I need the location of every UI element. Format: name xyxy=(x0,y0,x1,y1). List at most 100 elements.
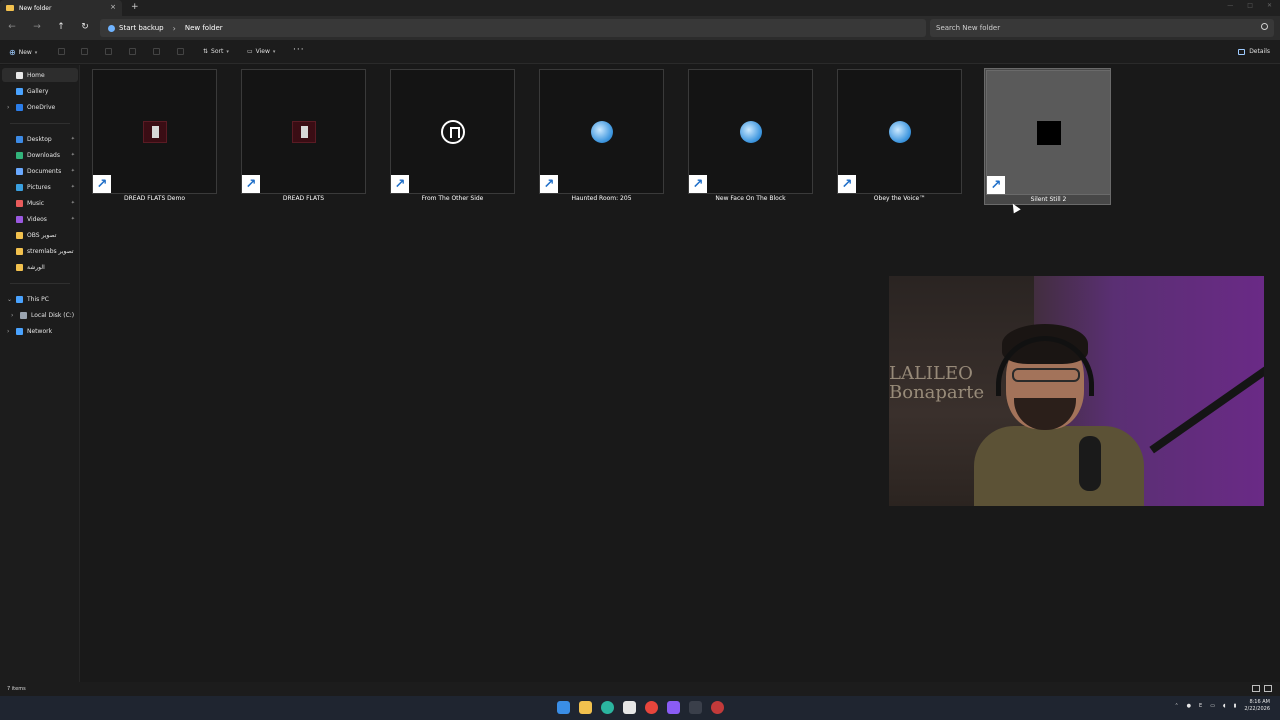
cut-icon[interactable] xyxy=(58,48,65,55)
pin-icon: ✦ xyxy=(70,200,75,206)
sidebar-item-home[interactable]: Home xyxy=(2,68,78,82)
sidebar-item-network[interactable]: › Network xyxy=(2,324,78,338)
sidebar-item-label: Videos xyxy=(27,215,47,223)
onedrive-icon xyxy=(16,103,23,111)
file-thumbnail: ↗ xyxy=(241,69,366,194)
file-name: New Face On The Block xyxy=(715,195,786,202)
chevron-down-icon: ▾ xyxy=(34,49,38,56)
webcam-overlay: LALILEO Bonaparte xyxy=(889,276,1264,506)
up-icon[interactable]: ↑ xyxy=(55,22,67,32)
clock[interactable]: 8:16 AM 2/22/2026 xyxy=(1244,699,1270,713)
view-toggles xyxy=(1252,685,1272,692)
window-controls: — □ ✕ xyxy=(1227,2,1272,9)
pc-icon xyxy=(16,295,23,303)
refresh-icon[interactable]: ↻ xyxy=(79,22,91,32)
view-button[interactable]: ▭ View ▾ xyxy=(247,48,275,55)
sort-label: Sort xyxy=(211,48,224,55)
file-tile[interactable]: ↗ Haunted Room: 205 xyxy=(538,68,665,205)
sidebar-item-local-disk[interactable]: › Local Disk (C:) xyxy=(2,308,78,322)
cloud-icon xyxy=(108,24,115,32)
file-thumbnail: ↗ xyxy=(986,70,1111,195)
new-tab-button[interactable]: + xyxy=(131,2,139,12)
file-name: DREAD FLATS xyxy=(282,195,325,202)
tiles-view-icon[interactable] xyxy=(1264,685,1272,692)
file-tile[interactable]: ↗ From The Other Side xyxy=(389,68,516,205)
chrome-icon[interactable] xyxy=(645,701,658,714)
chevron-right-icon[interactable]: › xyxy=(7,104,9,111)
from-other-side-icon xyxy=(440,119,465,144)
file-tile[interactable]: ↗ DREAD FLATS Demo xyxy=(91,68,218,205)
rename-icon[interactable] xyxy=(129,48,136,55)
folder-icon xyxy=(16,263,23,271)
address-bar[interactable]: Start backup › New folder xyxy=(100,19,926,37)
copy-icon[interactable] xyxy=(81,48,88,55)
chevron-up-icon[interactable]: ⌃ xyxy=(1174,703,1178,709)
start-icon[interactable] xyxy=(557,701,570,714)
sidebar-item-label: Downloads xyxy=(27,151,60,159)
more-options-button[interactable]: ··· xyxy=(293,45,305,55)
edge-icon[interactable] xyxy=(601,701,614,714)
battery-icon[interactable]: ▮ xyxy=(1234,703,1237,709)
sidebar-item-music[interactable]: Music ✦ xyxy=(2,196,78,210)
sidebar-item-downloads[interactable]: Downloads ✦ xyxy=(2,148,78,162)
new-button[interactable]: ⊕ New ▾ xyxy=(9,48,37,57)
file-thumbnail: ↗ xyxy=(539,69,664,194)
shortcut-arrow-icon: ↗ xyxy=(391,175,409,193)
store-icon[interactable] xyxy=(623,701,636,714)
file-tile-selected[interactable]: ↗ Silent Still 2 xyxy=(984,68,1111,205)
file-tile[interactable]: ↗ DREAD FLATS xyxy=(240,68,367,205)
painting-caption-line: LALILEO xyxy=(889,363,973,384)
file-name: Obey the Voice™ xyxy=(873,195,926,202)
breadcrumb-new-folder[interactable]: New folder xyxy=(185,24,223,32)
clock-time: 8:16 AM xyxy=(1249,699,1270,705)
view-label: View xyxy=(255,48,270,55)
sidebar-item-pictures[interactable]: Pictures ✦ xyxy=(2,180,78,194)
details-label: Details xyxy=(1249,48,1270,55)
sidebar-item-label: OneDrive xyxy=(27,103,56,111)
sidebar-item-label: OBS تصوير xyxy=(27,231,57,239)
sidebar-item-gallery[interactable]: Gallery xyxy=(2,84,78,98)
details-view-icon[interactable] xyxy=(1252,685,1260,692)
maximize-icon[interactable]: □ xyxy=(1247,2,1253,9)
painting-caption-line: Bonaparte xyxy=(889,382,985,403)
volume-icon[interactable]: ◖ xyxy=(1223,703,1226,709)
close-tab-button[interactable]: × xyxy=(110,3,116,11)
minimize-icon[interactable]: — xyxy=(1227,2,1233,9)
file-tile[interactable]: ↗ Obey the Voice™ xyxy=(836,68,963,205)
discord-icon[interactable] xyxy=(667,701,680,714)
microphone-tray-icon[interactable]: ● xyxy=(1187,703,1191,709)
obs-icon[interactable] xyxy=(711,701,724,714)
network-icon[interactable]: ▭ xyxy=(1210,703,1215,709)
downloads-icon xyxy=(16,151,23,159)
breadcrumb-start-backup[interactable]: Start backup xyxy=(119,24,164,32)
documents-icon xyxy=(16,167,23,175)
language-indicator[interactable]: E xyxy=(1199,703,1202,709)
sidebar-item-workshop-folder[interactable]: الورشة xyxy=(2,260,78,274)
sidebar-item-streamlabs-folder[interactable]: stremlabs تصوير xyxy=(2,244,78,258)
sidebar-item-label: stremlabs تصوير xyxy=(27,247,74,255)
chevron-right-icon[interactable]: › xyxy=(7,328,9,335)
chevron-down-icon[interactable]: ⌄ xyxy=(7,296,12,303)
search-input[interactable]: Search New folder xyxy=(930,19,1274,37)
sidebar-item-obs-folder[interactable]: OBS تصوير xyxy=(2,228,78,242)
delete-icon[interactable] xyxy=(177,48,184,55)
sidebar-item-onedrive[interactable]: › OneDrive xyxy=(2,100,78,114)
file-name: Haunted Room: 205 xyxy=(571,195,632,202)
file-explorer-icon[interactable] xyxy=(579,701,592,714)
forward-icon[interactable]: → xyxy=(31,22,43,32)
sidebar-item-desktop[interactable]: Desktop ✦ xyxy=(2,132,78,146)
file-tile[interactable]: ↗ New Face On The Block xyxy=(687,68,814,205)
details-button[interactable]: Details xyxy=(1238,48,1270,55)
share-icon[interactable] xyxy=(153,48,160,55)
chevron-right-icon[interactable]: › xyxy=(11,312,13,319)
back-icon[interactable]: ← xyxy=(6,22,18,32)
xbox-icon[interactable] xyxy=(689,701,702,714)
sidebar-item-documents[interactable]: Documents ✦ xyxy=(2,164,78,178)
sort-button[interactable]: ⇅ Sort ▾ xyxy=(203,48,229,55)
close-icon[interactable]: ✕ xyxy=(1267,2,1272,9)
paste-icon[interactable] xyxy=(105,48,112,55)
sidebar-item-this-pc[interactable]: ⌄ This PC xyxy=(2,292,78,306)
tab-new-folder[interactable]: New folder × xyxy=(0,0,122,16)
search-placeholder: Search New folder xyxy=(936,24,1001,32)
sidebar-item-videos[interactable]: Videos ✦ xyxy=(2,212,78,226)
